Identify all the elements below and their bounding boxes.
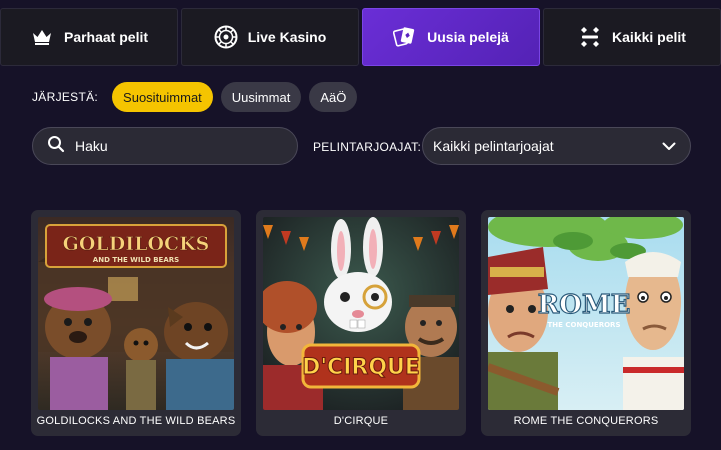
playing-cards-icon: [393, 25, 417, 49]
game-card-dcirque[interactable]: D'CIRQUE D'CIRQUE: [256, 210, 466, 436]
game-title: GOLDILOCKS AND THE WILD BEARS: [36, 415, 236, 427]
game-logo-sub: THE CONQUERORS: [548, 321, 621, 329]
provider-dropdown[interactable]: Kaikki pelintarjoajat: [422, 127, 691, 165]
search-icon: [47, 135, 65, 158]
search-box: [32, 127, 298, 165]
game-card-goldilocks[interactable]: GOLDILOCKS AND THE WILD BEARS GOLDILOCKS…: [31, 210, 241, 436]
tab-label: Parhaat pelit: [63, 29, 149, 45]
game-logo-main: D'CIRQUE: [302, 355, 420, 380]
game-card-rome-the-conquerors[interactable]: ROME THE CONQUERORS ROME THE CONQUERORS: [481, 210, 691, 436]
roulette-wheel-icon: [214, 25, 238, 49]
tab-top-games[interactable]: Parhaat pelit: [0, 8, 178, 66]
tab-live-casino[interactable]: Live Kasino: [181, 8, 359, 66]
chevron-down-icon: [662, 138, 676, 154]
crown-icon: [30, 25, 54, 49]
tab-label: Uusia pelejä: [427, 29, 509, 45]
tab-label: Live Kasino: [247, 29, 327, 45]
sort-option-popular[interactable]: Suosituimmat: [112, 82, 213, 112]
sort-option-newest[interactable]: Uusimmat: [220, 82, 302, 112]
tab-all-games[interactable]: Kaikki pelit: [543, 8, 721, 66]
tab-label: Kaikki pelit: [612, 29, 686, 45]
game-logo-main: GOLDILOCKS: [63, 233, 210, 255]
sort-option-alphabetical[interactable]: AäÖ: [309, 82, 358, 112]
tab-new-games[interactable]: Uusia pelejä: [362, 8, 540, 66]
sort-bar: JÄRJESTÄ: Suosituimmat Uusimmat AäÖ: [32, 82, 358, 112]
dice-icon: [578, 25, 602, 49]
game-thumbnail: D'CIRQUE: [263, 217, 459, 410]
category-tabs: Parhaat pelit Live Kasino Uusia pelejä K…: [0, 8, 721, 68]
game-thumbnail: GOLDILOCKS AND THE WILD BEARS: [38, 217, 234, 410]
game-title: ROME THE CONQUERORS: [513, 415, 659, 427]
provider-label: PELINTARJOAJAT:: [313, 140, 422, 154]
game-title: D'CIRQUE: [333, 415, 389, 427]
search-input[interactable]: [75, 138, 275, 154]
sort-label: JÄRJESTÄ:: [32, 90, 99, 104]
game-logo-sub: AND THE WILD BEARS: [93, 256, 179, 264]
game-thumbnail: ROME THE CONQUERORS: [488, 217, 684, 410]
provider-selected-value: Kaikki pelintarjoajat: [433, 138, 554, 154]
game-logo-main: ROME: [538, 290, 631, 320]
